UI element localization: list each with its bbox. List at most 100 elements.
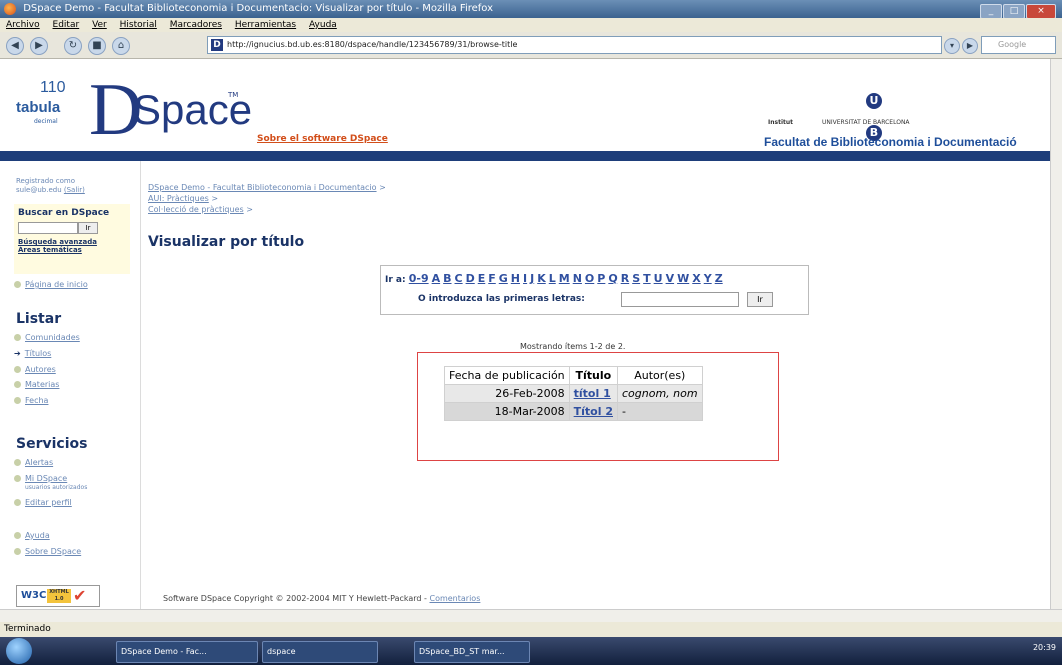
taskbar-item-firefox[interactable]: DSpace Demo - Fac... (116, 641, 258, 663)
menu-ayuda[interactable]: Ayuda (309, 20, 337, 30)
column-header-autores[interactable]: Autor(es) (616, 366, 703, 385)
item-title-link[interactable]: títol 1 (574, 387, 611, 400)
letter-link[interactable]: X (692, 272, 700, 285)
sidebar-search-button[interactable]: Ir (78, 222, 98, 234)
ub-institut-text: Institut (768, 119, 794, 126)
advanced-search-link[interactable]: Búsqueda avanzada (18, 238, 97, 246)
letter-link[interactable]: C (455, 272, 463, 285)
go-icon[interactable]: ▶ (962, 38, 978, 54)
dropdown-icon[interactable]: ▾ (944, 38, 960, 54)
start-button[interactable] (6, 638, 32, 664)
letter-link[interactable]: W (677, 272, 689, 285)
letter-link[interactable]: U (654, 272, 663, 285)
sidebar-item-mi-dspace[interactable]: Mi DSpace (14, 474, 67, 483)
about-dspace-link[interactable]: Sobre el software DSpace (257, 134, 388, 144)
sidebar-search-input[interactable] (18, 222, 78, 234)
menu-archivo[interactable]: Archivo (6, 20, 40, 30)
tabula-logo[interactable]: tabula (16, 99, 60, 116)
taskbar-item-doc[interactable]: DSpace_BD_ST mar... (414, 641, 530, 663)
letter-link[interactable]: I (523, 272, 527, 285)
letter-link[interactable]: S (632, 272, 640, 285)
sidebar-item-alertas[interactable]: Alertas (14, 458, 53, 467)
back-arrow-icon[interactable]: ◀ (6, 37, 24, 55)
status-text: Terminado (4, 624, 51, 634)
menu-herramientas[interactable]: Herramientas (235, 20, 296, 30)
breadcrumb-item[interactable]: Col·lecció de pràctiques (148, 205, 244, 214)
letter-link[interactable]: M (559, 272, 570, 285)
sidebar-item-editar-perfil[interactable]: Editar perfil (14, 498, 72, 507)
letter-link[interactable]: 0-9 (409, 272, 429, 285)
letter-link[interactable]: Z (715, 272, 723, 285)
sidebar-item-comunidades[interactable]: Comunidades (14, 333, 80, 342)
letter-link[interactable]: N (573, 272, 582, 285)
bullet-icon (14, 281, 21, 288)
letter-link[interactable]: D (466, 272, 475, 285)
feedback-link[interactable]: Comentarios (429, 594, 480, 603)
facultat-name[interactable]: Facultat de Biblioteconomia i Documentac… (764, 135, 1017, 149)
letter-link[interactable]: J (530, 272, 534, 285)
column-header-titulo[interactable]: Título (568, 366, 618, 385)
cell-title[interactable]: Títol 2 (568, 402, 618, 421)
tabula-logo-number: 110 (40, 79, 66, 96)
letter-link[interactable]: H (511, 272, 520, 285)
header-band (0, 151, 1050, 161)
menu-ver[interactable]: Ver (92, 20, 107, 30)
letter-link[interactable]: G (499, 272, 508, 285)
w3c-text: W3C (21, 590, 47, 601)
w3c-badge[interactable]: W3C XHTML 1.0 ✔ (16, 585, 100, 607)
vertical-scrollbar[interactable] (1050, 59, 1062, 609)
letter-link[interactable]: V (666, 272, 675, 285)
first-letters-input[interactable] (621, 292, 739, 307)
item-title-link[interactable]: Títol 2 (574, 405, 613, 418)
horizontal-scrollbar[interactable] (0, 609, 1062, 622)
window-title: DSpace Demo - Facultat Biblioteconomia i… (23, 3, 494, 14)
minimize-button[interactable]: _ (980, 4, 1002, 19)
menu-historial[interactable]: Historial (120, 20, 157, 30)
letter-link[interactable]: E (478, 272, 486, 285)
results-count: Mostrando ítems 1-2 de 2. (520, 342, 626, 351)
letter-link[interactable]: P (597, 272, 605, 285)
letter-link[interactable]: F (488, 272, 496, 285)
menu-marcadores[interactable]: Marcadores (170, 20, 222, 30)
column-header-fecha[interactable]: Fecha de publicación (444, 366, 570, 385)
letter-link[interactable]: A (432, 272, 441, 285)
web-search-input[interactable]: Google (981, 36, 1056, 54)
page-footer: Software DSpace Copyright © 2002-2004 MI… (163, 594, 480, 603)
sidebar-item-materias[interactable]: Materias (14, 380, 59, 389)
tabula-logo-sub: decimal (34, 118, 58, 125)
sidebar-item-sobre[interactable]: Sobre DSpace (14, 547, 81, 556)
letter-link[interactable]: T (643, 272, 651, 285)
letter-link[interactable]: R (621, 272, 629, 285)
results-table: Fecha de publicación Título Autor(es) 26… (444, 366, 703, 421)
sidebar-item-fecha[interactable]: Fecha (14, 396, 48, 405)
menu-editar[interactable]: Editar (53, 20, 80, 30)
home-icon[interactable]: ⌂ (112, 37, 130, 55)
taskbar-item-dspace[interactable]: dspace (262, 641, 378, 663)
breadcrumb-item[interactable]: DSpace Demo - Facultat Biblioteconomia i… (148, 183, 377, 192)
ub-logo-u-icon: U (866, 93, 882, 109)
taskbar: DSpace Demo - Fac... dspace DSpace_BD_ST… (0, 637, 1062, 665)
sidebar-item-home[interactable]: Página de inicio (14, 280, 88, 289)
letter-link[interactable]: B (443, 272, 451, 285)
breadcrumb-item[interactable]: AUI: Pràctiques (148, 194, 209, 203)
maximize-button[interactable]: □ (1003, 4, 1025, 19)
letter-link[interactable]: O (585, 272, 594, 285)
xhtml-badge: XHTML 1.0 (47, 589, 71, 603)
letter-link[interactable]: K (537, 272, 546, 285)
stop-icon[interactable]: ■ (88, 37, 106, 55)
search-panel-title: Buscar en DSpace (18, 208, 110, 218)
letter-link[interactable]: Y (704, 272, 712, 285)
sidebar-item-autores[interactable]: Autores (14, 365, 56, 374)
close-button[interactable]: × (1026, 4, 1056, 19)
reload-icon[interactable]: ↻ (64, 37, 82, 55)
subject-areas-link[interactable]: Áreas temáticas (18, 246, 82, 254)
first-letters-go-button[interactable]: Ir (747, 292, 773, 307)
sidebar-item-ayuda[interactable]: Ayuda (14, 531, 50, 540)
sidebar-item-titulos[interactable]: ➔ Títulos (14, 349, 51, 358)
letter-link[interactable]: L (549, 272, 556, 285)
cell-title[interactable]: títol 1 (568, 384, 618, 403)
logout-link[interactable]: (Salir) (64, 186, 85, 194)
url-bar[interactable]: Dhttp://ignucius.bd.ub.es:8180/dspace/ha… (207, 36, 942, 54)
forward-arrow-icon[interactable]: ▶ (30, 37, 48, 55)
letter-link[interactable]: Q (608, 272, 617, 285)
